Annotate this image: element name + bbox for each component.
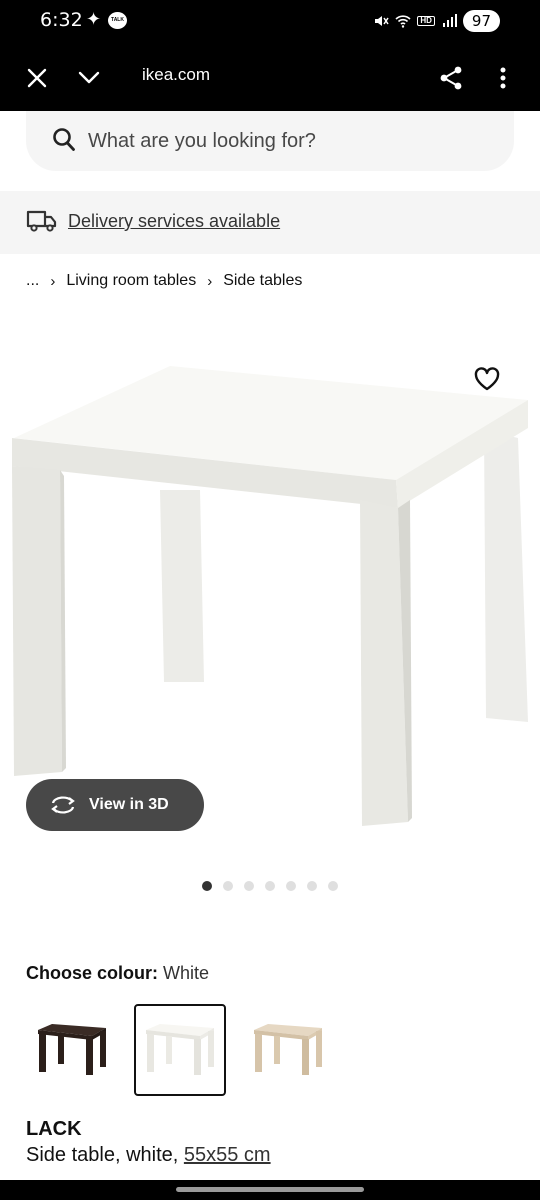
delivery-services-link[interactable]: Delivery services available [68, 211, 280, 232]
heart-icon [474, 367, 500, 391]
colour-value: White [163, 963, 210, 983]
colour-selection: Choose colour: White [26, 963, 209, 984]
delivery-truck-icon [26, 210, 57, 232]
status-time: 6:32 [40, 9, 83, 31]
close-icon [27, 68, 47, 88]
pagination-dot[interactable] [202, 881, 212, 891]
colour-swatches [26, 1004, 334, 1096]
rotate-3d-icon [51, 796, 75, 814]
table-thumbnail-oak [254, 1024, 322, 1075]
hd-voice-icon: HD [417, 16, 435, 26]
breadcrumb-living-room-tables[interactable]: Living room tables [66, 272, 196, 290]
search-bar[interactable] [26, 111, 514, 171]
battery-indicator: 97 [462, 10, 500, 32]
chevron-right-icon: › [207, 272, 213, 290]
view-in-3d-button[interactable]: View in 3D [26, 779, 204, 831]
search-icon [53, 128, 75, 151]
table-thumbnail-black-brown [38, 1024, 106, 1075]
status-icons: HD 97 [373, 10, 500, 32]
favourite-button[interactable] [472, 364, 502, 394]
table-thumbnail-white [146, 1024, 214, 1075]
more-vertical-icon [500, 67, 506, 89]
search-input[interactable] [88, 126, 488, 156]
pagination-dot[interactable] [244, 881, 254, 891]
signal-icon [442, 14, 457, 27]
breadcrumb-side-tables[interactable]: Side tables [223, 272, 302, 290]
gesture-handle[interactable] [176, 1187, 364, 1192]
pagination-dot[interactable] [265, 881, 275, 891]
view-in-3d-label: View in 3D [89, 796, 169, 813]
product-size-link[interactable]: 55x55 cm [184, 1144, 271, 1166]
colour-title: Choose colour: [26, 963, 159, 983]
url-text[interactable]: ikea.com [142, 65, 210, 85]
browser-bar: ikea.com [0, 45, 540, 111]
breadcrumb-ellipsis[interactable]: ... [26, 272, 39, 290]
mute-icon [375, 16, 389, 26]
pagination-dot[interactable] [307, 881, 317, 891]
swatch-white[interactable] [134, 1004, 226, 1096]
chevron-down-icon [78, 71, 100, 84]
pagination-dot[interactable] [328, 881, 338, 891]
delivery-banner: Delivery services available [0, 191, 540, 254]
more-options-button[interactable] [486, 61, 520, 95]
share-button[interactable] [434, 61, 468, 95]
pagination-dot[interactable] [223, 881, 233, 891]
system-nav-bar [0, 1180, 540, 1200]
product-description: Side table, white, 55x55 cm [26, 1144, 271, 1167]
swatch-white-stained-oak[interactable] [242, 1004, 334, 1096]
swatch-black-brown[interactable] [26, 1004, 118, 1096]
wifi-icon [395, 15, 411, 28]
close-button[interactable] [20, 61, 54, 95]
image-pagination [202, 881, 338, 891]
talk-icon: TALK [108, 12, 127, 29]
sparkle-icon: ✦ [86, 9, 102, 29]
chevron-right-icon: › [50, 272, 56, 290]
share-icon [440, 66, 462, 90]
product-name: LACK [26, 1118, 82, 1140]
status-bar: 6:32 ✦ TALK HD 97 [0, 0, 540, 45]
pagination-dot[interactable] [286, 881, 296, 891]
breadcrumb: ... › Living room tables › Side tables [26, 272, 302, 290]
expand-button[interactable] [72, 61, 106, 95]
product-description-text: Side table, white, [26, 1144, 184, 1166]
